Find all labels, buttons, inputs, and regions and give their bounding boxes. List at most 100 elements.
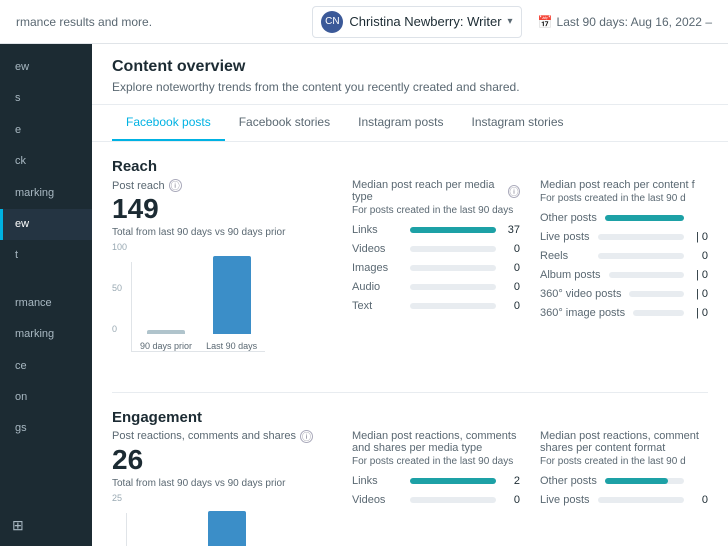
media-links-bar-wrap [410, 227, 496, 233]
tab-instagram-posts[interactable]: Instagram posts [344, 105, 457, 141]
sidebar-item-ck[interactable]: ck [0, 146, 92, 177]
media-videos-bar-wrap [410, 246, 496, 252]
media-links-bar [410, 227, 496, 233]
eng-bar-current: Last 90 days [201, 511, 252, 546]
chart-bars-area: 90 days prior Last 90 days [131, 262, 265, 352]
avatar-initials: CN [325, 16, 339, 27]
content-album-name: Album posts [540, 269, 601, 281]
content-row-360video: 360° video posts | 0 [540, 288, 708, 300]
engagement-median-media-col: Median post reactions, comments and shar… [352, 430, 520, 546]
user-selector[interactable]: CN Christina Newberry: Writer ▾ [312, 6, 521, 38]
sidebar-item-benchmarking[interactable]: marking [0, 319, 92, 350]
engagement-median-content-col: Median post reactions, comment shares pe… [540, 430, 708, 546]
sidebar-bottom: ⊞ [0, 505, 92, 546]
top-bar: rmance results and more. CN Christina Ne… [0, 0, 728, 44]
eng-content-row-live: Live posts 0 [540, 494, 708, 506]
tab-facebook-posts[interactable]: Facebook posts [112, 105, 225, 141]
media-row-audio: Audio 0 [352, 281, 520, 293]
media-row-images: Images 0 [352, 262, 520, 274]
engagement-info-icon[interactable]: ⓘ [300, 430, 313, 443]
post-reach-note: Total from last 90 days vs 90 days prior [112, 227, 332, 238]
media-row-links: Links 37 [352, 224, 520, 236]
main-layout: ew s e ck marking ew t rmance marking ce… [0, 44, 728, 546]
eng-median-content-label: Median post reactions, comment shares pe… [540, 430, 708, 454]
sidebar-item-performance[interactable]: rmance [0, 288, 92, 319]
engagement-note: Total from last 90 days vs 90 days prior [112, 478, 332, 489]
content-live-count: | 0 [692, 231, 708, 243]
engagement-bar-chart: 25 20 90 days prior [112, 493, 332, 546]
media-row-text: Text 0 [352, 300, 520, 312]
sidebar-item-blank[interactable] [0, 272, 92, 288]
content-360video-name: 360° video posts [540, 288, 621, 300]
media-audio-count: 0 [504, 281, 520, 293]
section-divider [112, 392, 708, 393]
bar-current [213, 256, 251, 334]
content-other-bar [605, 215, 684, 221]
content-360video-bar-wrap [629, 291, 684, 297]
sidebar-item-on[interactable]: on [0, 382, 92, 413]
engagement-metric-col: Post reactions, comments and shares ⓘ 26… [112, 430, 332, 546]
sidebar-item-marking1[interactable]: marking [0, 178, 92, 209]
median-content-label: Median post reach per content f [540, 179, 695, 191]
eng-median-media-caption: For posts created in the last 90 days [352, 456, 520, 467]
tab-instagram-stories[interactable]: Instagram stories [457, 105, 577, 141]
eng-media-links-bar-wrap [410, 478, 496, 484]
engagement-grid: Post reactions, comments and shares ⓘ 26… [112, 430, 708, 546]
eng-content-type-list: Other posts Live posts [540, 475, 708, 506]
content-360video-count: | 0 [692, 288, 708, 300]
sidebar-item-ce[interactable]: ce [0, 351, 92, 382]
date-label: Last 90 days: Aug 16, 2022 – [557, 15, 712, 29]
media-row-videos: Videos 0 [352, 243, 520, 255]
sidebar-item-e[interactable]: e [0, 115, 92, 146]
content-other-bar-wrap [605, 215, 684, 221]
media-links-name: Links [352, 224, 402, 236]
chevron-down-icon: ▾ [508, 16, 513, 27]
media-videos-name: Videos [352, 243, 402, 255]
content-reels-name: Reels [540, 250, 590, 262]
median-content-caption: For posts created in the last 90 d [540, 193, 708, 204]
median-media-label: Median post reach per media type [352, 179, 504, 203]
eng-media-type-list: Links 2 Videos 0 [352, 475, 520, 506]
sidebar-item-s[interactable]: s [0, 83, 92, 114]
sidebar-item-t[interactable]: t [0, 240, 92, 271]
chart-y-50: 50 [112, 283, 127, 293]
median-media-caption: For posts created in the last 90 days [352, 205, 520, 216]
engagement-section: Engagement Post reactions, comments and … [112, 409, 708, 546]
media-text-name: Text [352, 300, 402, 312]
tab-facebook-stories[interactable]: Facebook stories [225, 105, 344, 141]
chart-y-0: 0 [112, 324, 127, 334]
content-type-list: Other posts Live posts [540, 212, 708, 319]
eng-media-videos-count: 0 [504, 494, 520, 506]
engagement-label: Post reactions, comments and shares [112, 430, 296, 442]
chart-y-100: 100 [112, 242, 127, 252]
post-reach-col: Post reach ⓘ 149 Total from last 90 days… [112, 179, 332, 372]
sidebar-item-ew1[interactable]: ew [0, 52, 92, 83]
media-images-name: Images [352, 262, 402, 274]
media-text-bar-wrap [410, 303, 496, 309]
post-reach-value: 149 [112, 194, 332, 225]
media-videos-count: 0 [504, 243, 520, 255]
page-title: Content overview [112, 58, 708, 76]
page-subtitle: Explore noteworthy trends from the conte… [112, 80, 708, 94]
eng-media-links-bar [410, 478, 496, 484]
content-live-name: Live posts [540, 231, 590, 243]
media-images-bar-wrap [410, 265, 496, 271]
media-images-count: 0 [504, 262, 520, 274]
eng-media-links-name: Links [352, 475, 402, 487]
content-row-360image: 360° image posts | 0 [540, 307, 708, 319]
sidebar-item-overview[interactable]: ew [0, 209, 92, 240]
user-name-label: Christina Newberry: Writer [349, 14, 501, 29]
median-media-info-icon[interactable]: ⓘ [508, 185, 520, 198]
content-header: Content overview Explore noteworthy tren… [92, 44, 728, 105]
sidebar-toggle-icon[interactable]: ⊞ [12, 517, 24, 533]
eng-content-live-name: Live posts [540, 494, 590, 506]
content-live-bar-wrap [598, 234, 684, 240]
eng-media-videos-name: Videos [352, 494, 402, 506]
eng-media-row-links: Links 2 [352, 475, 520, 487]
date-badge: 📅 Last 90 days: Aug 16, 2022 – [538, 15, 712, 29]
eng-media-row-videos: Videos 0 [352, 494, 520, 506]
media-links-count: 37 [504, 224, 520, 236]
post-reach-info-icon[interactable]: ⓘ [169, 179, 182, 192]
reach-grid: Post reach ⓘ 149 Total from last 90 days… [112, 179, 708, 372]
sidebar-item-gs[interactable]: gs [0, 413, 92, 444]
